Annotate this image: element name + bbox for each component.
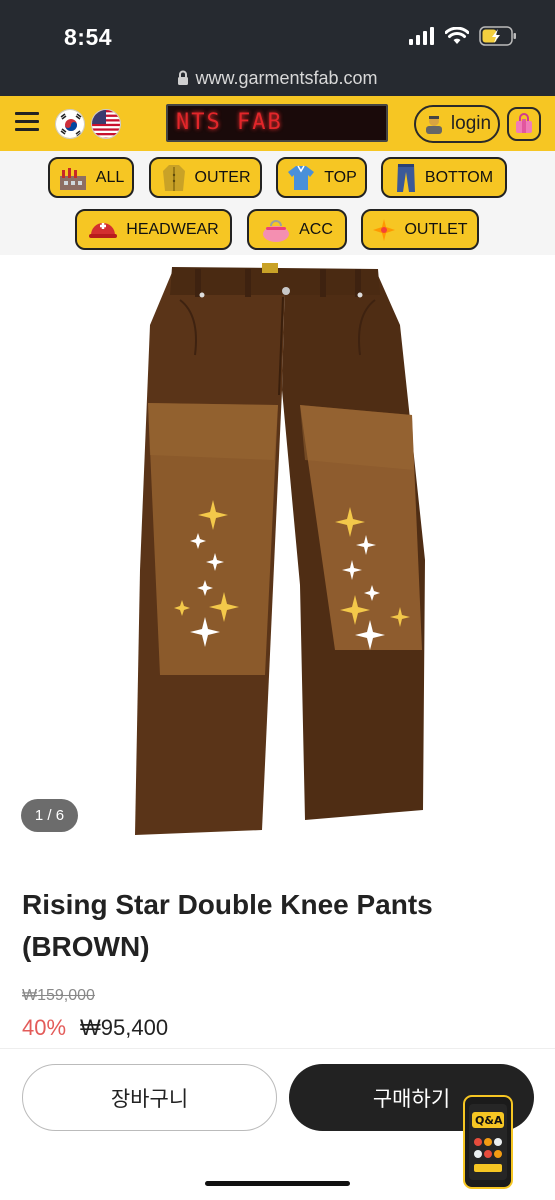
helmet-icon: [89, 222, 118, 238]
shopping-bag-icon: [516, 113, 532, 133]
korea-flag-icon[interactable]: [55, 109, 85, 139]
sparkle-icon: [373, 218, 396, 241]
led-ticker: NTS FAB: [166, 104, 388, 142]
category-all-button[interactable]: ALL: [48, 157, 134, 198]
product-title: Rising Star Double Knee Pants (BROWN): [22, 889, 433, 962]
factory-icon: [59, 167, 86, 190]
category-outlet-button[interactable]: OUTLET: [361, 209, 479, 250]
sale-price: ₩95,400: [80, 1015, 169, 1040]
category-headwear-button[interactable]: HEADWEAR: [75, 209, 232, 250]
url-bar[interactable]: www.garmentsfab.com: [0, 60, 555, 96]
qa-phone-icon: [463, 1095, 513, 1189]
shirt-icon: [288, 165, 315, 190]
category-label: ALL: [95, 168, 125, 186]
discount-rate: 40%: [22, 1015, 67, 1040]
coat-icon: [162, 164, 185, 191]
status-icons: [409, 25, 517, 47]
category-label: ACC: [299, 220, 333, 238]
wifi-icon: [445, 27, 469, 44]
menu-icon[interactable]: [15, 112, 39, 132]
login-label: login: [450, 113, 492, 134]
jeans-icon: [396, 163, 415, 192]
category-label: BOTTOM: [424, 168, 494, 186]
add-to-cart-button[interactable]: 장바구니: [22, 1064, 277, 1131]
status-bar: 8:54: [0, 0, 555, 60]
qa-badge-button[interactable]: Q&A: [462, 1094, 514, 1190]
signal-icon: [409, 27, 434, 45]
home-indicator: [205, 1181, 350, 1186]
category-label: OUTLET: [404, 220, 468, 238]
product-image[interactable]: [0, 255, 555, 845]
status-time: 8:54: [64, 24, 113, 50]
battery-charging-icon: [479, 26, 516, 46]
category-label: TOP: [324, 168, 357, 186]
image-counter: 1 / 6: [21, 799, 78, 832]
user-icon: [425, 116, 442, 134]
category-outer-button[interactable]: OUTER: [149, 157, 262, 198]
purse-icon: [263, 219, 290, 242]
url-text: www.garmentsfab.com: [195, 67, 378, 88]
shopping-bag-button[interactable]: [507, 107, 541, 141]
category-bottom-button[interactable]: BOTTOM: [381, 157, 507, 198]
qa-label: Q&A: [475, 1114, 503, 1127]
us-flag-icon[interactable]: [91, 109, 121, 139]
category-label: HEADWEAR: [126, 220, 219, 238]
original-price: ₩159,000: [22, 987, 95, 1004]
login-button[interactable]: login: [414, 105, 500, 143]
category-label: OUTER: [194, 168, 251, 186]
category-top-button[interactable]: TOP: [276, 157, 367, 198]
lock-icon: [178, 70, 189, 85]
category-acc-button[interactable]: ACC: [247, 209, 347, 250]
